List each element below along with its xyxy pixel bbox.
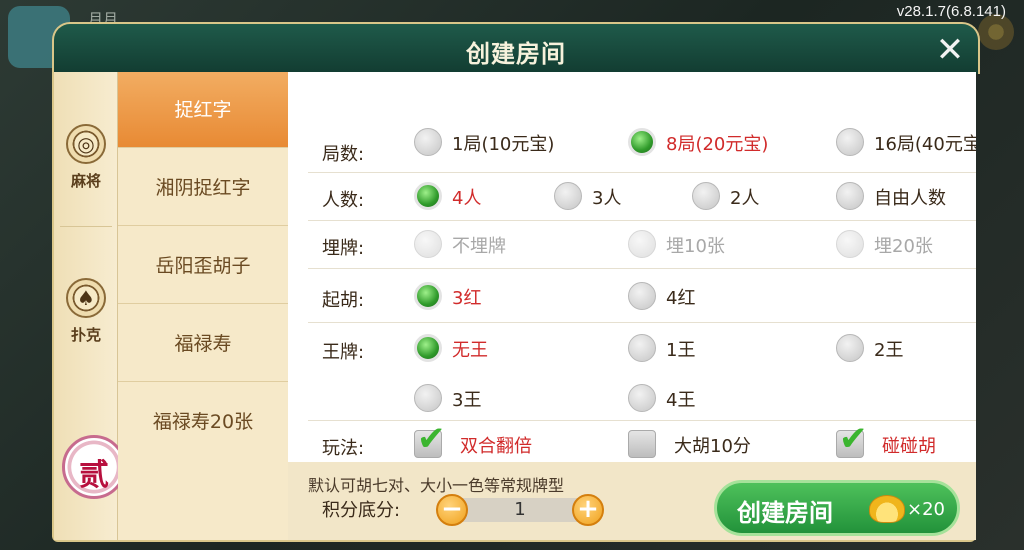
- row-divider: [308, 322, 976, 323]
- option-text: 不埋牌: [452, 236, 506, 257]
- option-text: 4红: [666, 288, 696, 309]
- dialog-footer: 默认可胡七对、大小一色等常规牌型 积分底分: 1 − + 创建房间 ×20: [288, 462, 976, 540]
- plus-button[interactable]: +: [572, 494, 604, 526]
- option-text: 大胡10分: [674, 436, 751, 457]
- checkbox-icon: [628, 430, 656, 458]
- close-button[interactable]: ✕: [934, 33, 966, 68]
- cost-label: ×20: [907, 499, 945, 520]
- option-text: 1局(10元宝): [452, 134, 555, 155]
- game-item-yueyang[interactable]: 岳阳歪胡子: [118, 228, 288, 304]
- dialog-header: 创建房间 ✕: [52, 22, 980, 74]
- option-text: 3王: [452, 390, 482, 411]
- category-poker-label: 扑克: [70, 326, 101, 344]
- gold-ingot-icon: [869, 495, 905, 523]
- default-rules-note: 默认可胡七对、大小一色等常规牌型: [308, 476, 565, 495]
- category-poker[interactable]: ♠ 扑克: [54, 278, 118, 345]
- option-text: 自由人数: [874, 188, 946, 209]
- option-text: 2人: [730, 188, 760, 209]
- radio-selected-icon: [628, 128, 656, 156]
- radio-disabled-icon: [414, 230, 442, 258]
- score-stepper: 1 − +: [436, 494, 604, 526]
- category-mahjong[interactable]: ◎ 麻将: [54, 124, 118, 191]
- create-room-button[interactable]: 创建房间 ×20: [714, 480, 960, 536]
- radio-icon: [628, 384, 656, 412]
- option-text: 无王: [452, 340, 488, 361]
- radio-icon: [836, 334, 864, 362]
- dialog-body: ◎ 麻将 ♠ 扑克 贰 捉红字 湘阴捉红字 岳阳歪胡子 福禄寿 福禄寿20张 局…: [52, 72, 976, 542]
- qihu-label: 起胡:: [322, 290, 365, 311]
- radio-disabled-icon: [836, 230, 864, 258]
- badge-char: 贰: [79, 458, 109, 493]
- radio-selected-icon: [414, 282, 442, 310]
- king-label: 王牌:: [322, 342, 365, 363]
- create-room-label: 创建房间: [737, 499, 833, 527]
- players-label: 人数:: [322, 190, 365, 211]
- dialog-title: 创建房间: [466, 40, 566, 68]
- play-label: 玩法:: [322, 438, 365, 459]
- badge-circle-icon: 贰: [62, 435, 126, 499]
- radio-selected-icon: [414, 334, 442, 362]
- spade-icon: ♠: [66, 278, 106, 318]
- rounds-label: 局数:: [322, 144, 365, 165]
- option-text: 4人: [452, 188, 482, 209]
- radio-icon: [628, 334, 656, 362]
- row-divider: [308, 420, 976, 421]
- game-item-zhuohongzi[interactable]: 捉红字: [118, 72, 288, 148]
- option-text: 4王: [666, 390, 696, 411]
- radio-disabled-icon: [628, 230, 656, 258]
- option-text: 16局(40元宝: [874, 134, 976, 155]
- create-room-dialog: 创建房间 ✕ ◎ 麻将 ♠ 扑克 贰 捉红字 湘阴捉红字 岳阳歪胡子 福禄寿 福…: [52, 22, 980, 544]
- radio-icon: [692, 182, 720, 210]
- option-text: 1王: [666, 340, 696, 361]
- radio-icon: [414, 128, 442, 156]
- option-text: 碰碰胡: [882, 436, 936, 457]
- option-text: 埋20张: [874, 236, 933, 257]
- radio-icon: [414, 384, 442, 412]
- option-text: 8局(20元宝): [666, 134, 769, 155]
- checkbox-checked-icon: ✔: [836, 419, 868, 459]
- row-divider: [308, 268, 976, 269]
- radio-icon: [628, 282, 656, 310]
- game-item-fulushou[interactable]: 福禄寿: [118, 306, 288, 382]
- checkbox-checked-icon: ✔: [414, 419, 446, 459]
- category-divider: [60, 226, 112, 227]
- option-text: 埋10张: [666, 236, 725, 257]
- mahjong-icon: ◎: [66, 124, 106, 164]
- row-divider: [308, 172, 976, 173]
- score-value: 1: [514, 499, 526, 520]
- bury-label: 埋牌:: [322, 238, 365, 259]
- game-item-fulushou20[interactable]: 福禄寿20张: [118, 384, 288, 460]
- radio-icon: [836, 182, 864, 210]
- game-list: 捉红字 湘阴捉红字 岳阳歪胡子 福禄寿 福禄寿20张: [118, 72, 288, 540]
- options-panel: 局数: 1局(10元宝) 8局(20元宝) 16局(40元宝 人数: 4人 3人…: [288, 72, 976, 462]
- game-item-xiangyin[interactable]: 湘阴捉红字: [118, 150, 288, 226]
- category-mahjong-label: 麻将: [70, 172, 101, 190]
- row-divider: [308, 220, 976, 221]
- radio-selected-icon: [414, 182, 442, 210]
- radio-icon: [554, 182, 582, 210]
- radio-icon: [836, 128, 864, 156]
- option-text: 3红: [452, 288, 482, 309]
- score-label: 积分底分:: [322, 500, 401, 521]
- option-text: 双合翻倍: [460, 436, 532, 457]
- option-text: 2王: [874, 340, 904, 361]
- version-label: v28.1.7(6.8.141): [896, 3, 1006, 20]
- option-text: 3人: [592, 188, 622, 209]
- minus-button[interactable]: −: [436, 494, 468, 526]
